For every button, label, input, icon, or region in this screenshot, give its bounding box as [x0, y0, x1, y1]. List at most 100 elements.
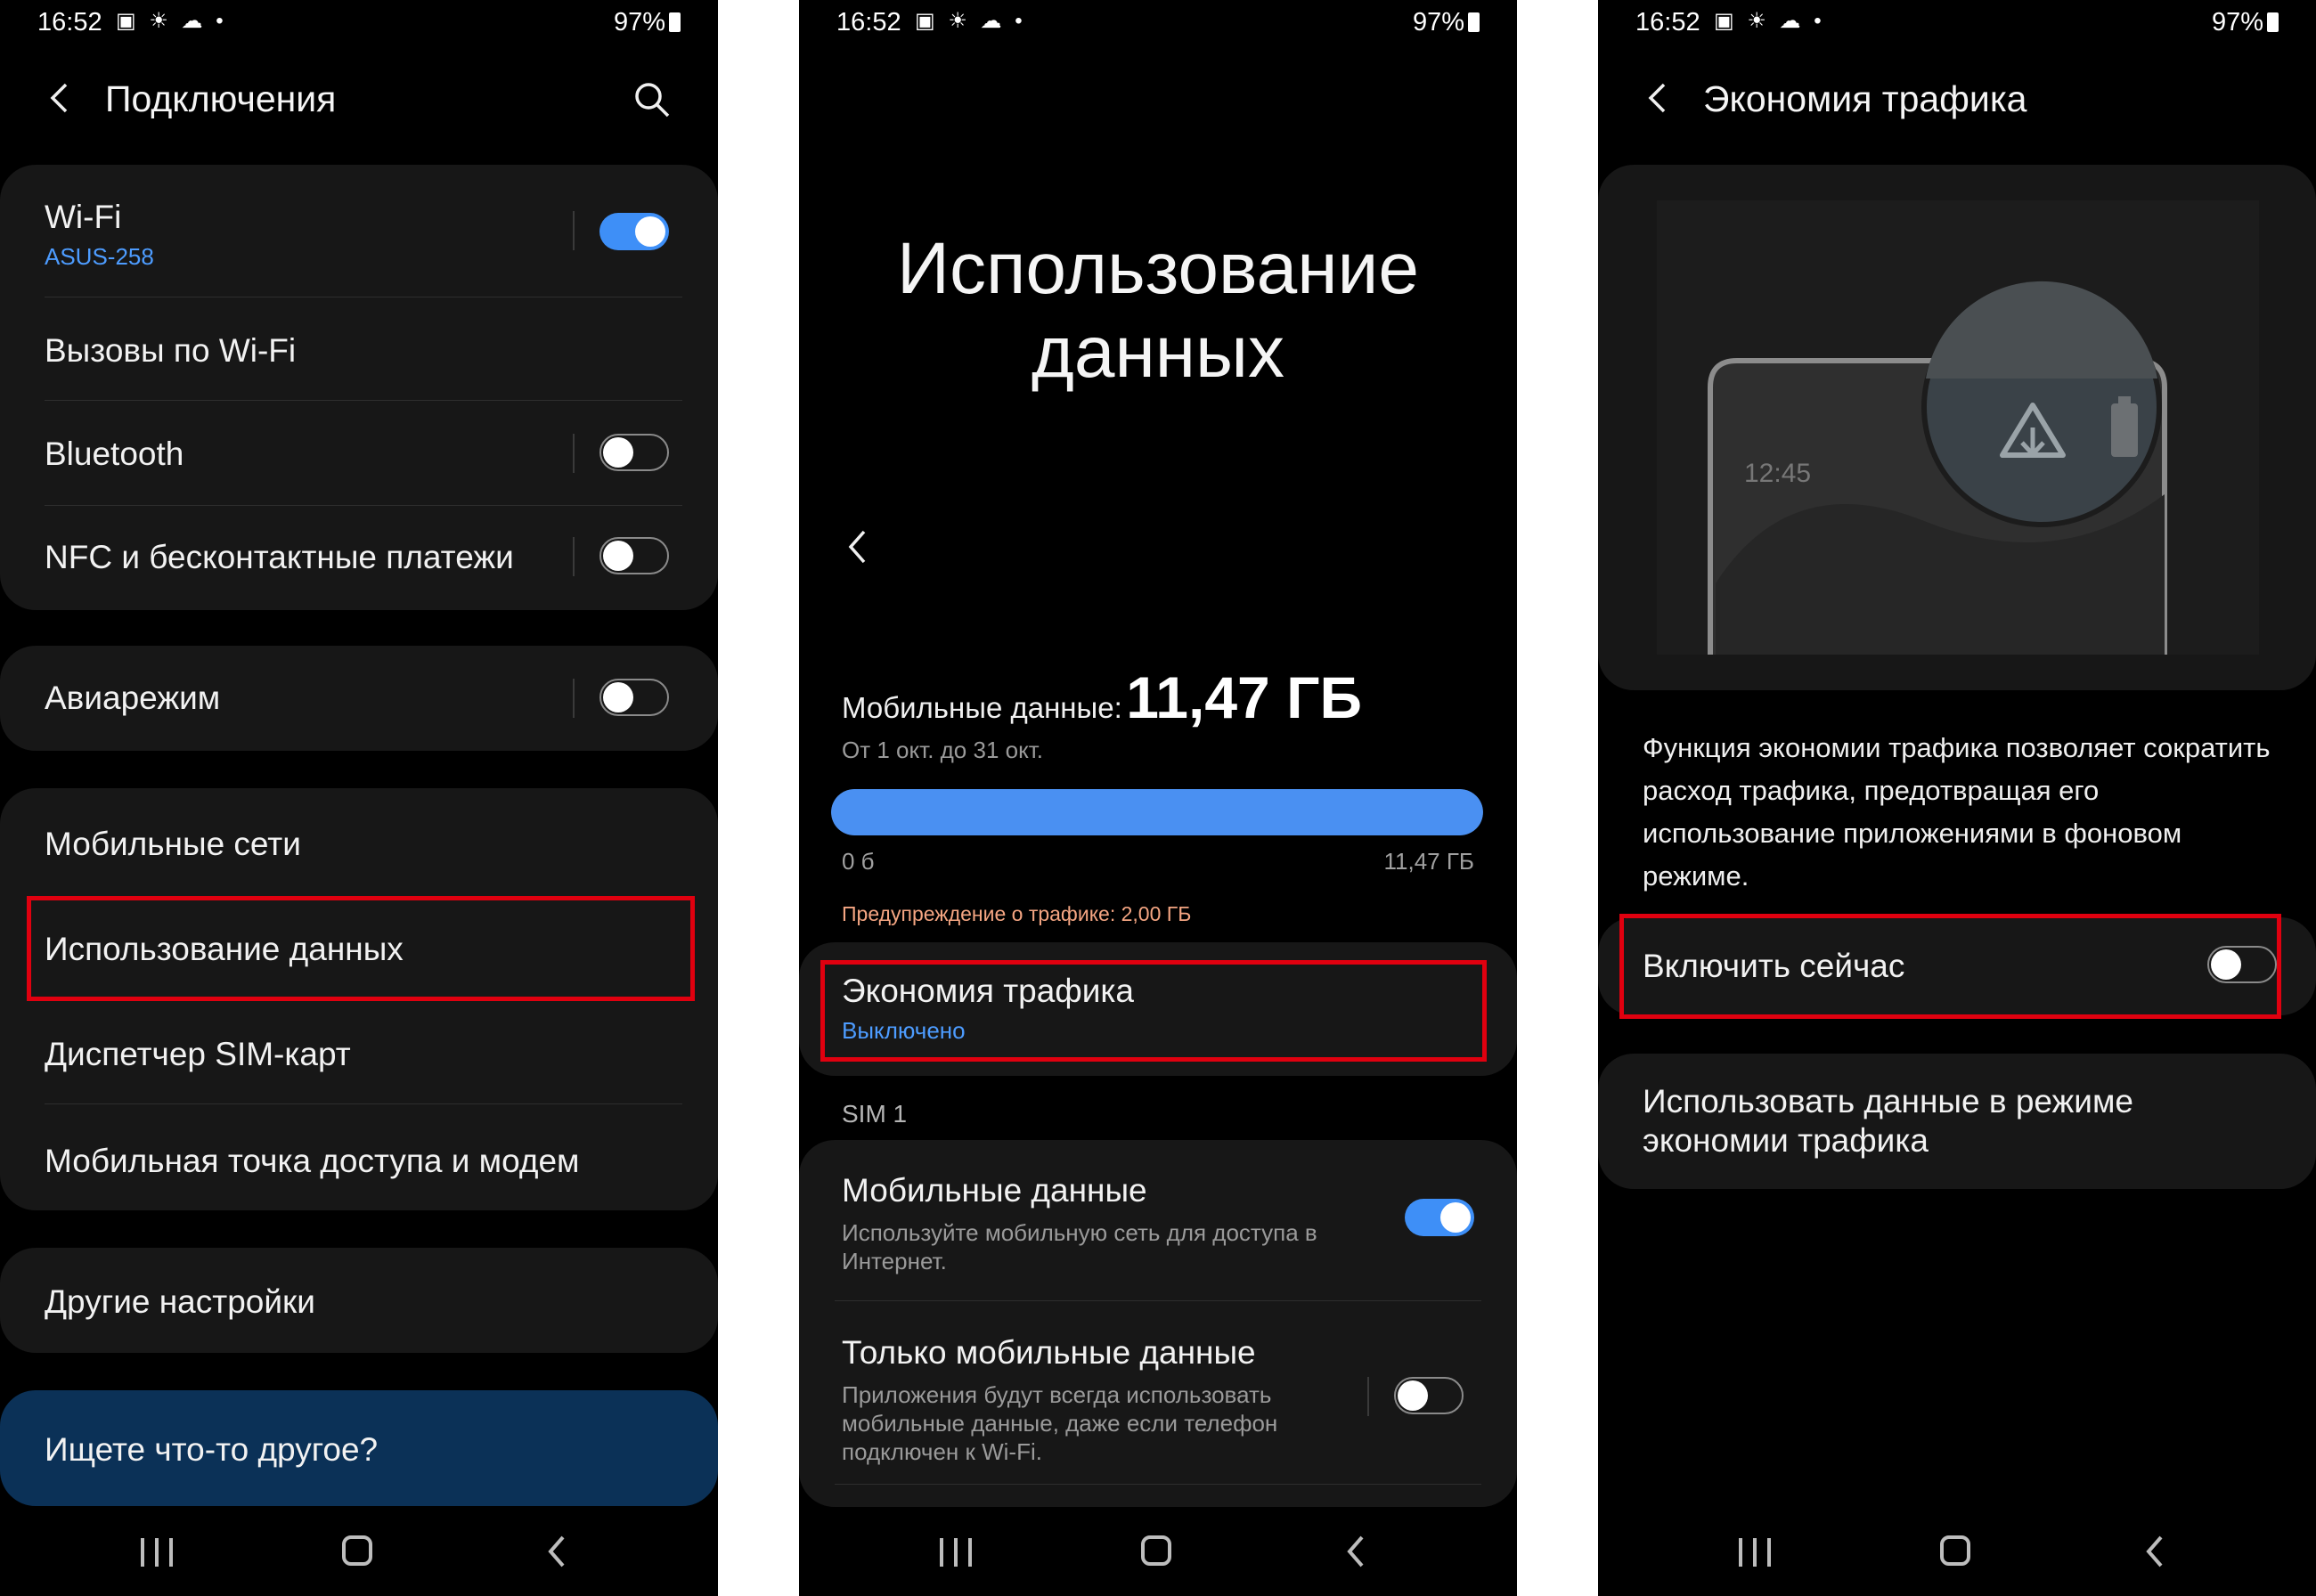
mobile-data-toggle[interactable]: [1405, 1199, 1474, 1236]
data-saver-illustration: [1708, 281, 2167, 655]
recent-apps-icon[interactable]: [141, 1538, 176, 1567]
warning-label: Предупреждение о трафике: 2,00 ГБ: [842, 902, 1192, 925]
header: Экономия трафика: [1598, 62, 2316, 134]
highlight-box: [27, 896, 695, 1001]
usage-bar: [831, 789, 1483, 835]
phone-screen-data-usage: 16:52 ▣ ☀ ☁ • 97% Использование данных М…: [799, 0, 1517, 1596]
nfc-toggle[interactable]: [599, 537, 669, 574]
hotspot-row[interactable]: Мобильная точка доступа и модем: [45, 1105, 682, 1210]
use-data-card: Использовать данные в режиме экономии тр…: [1598, 1054, 2316, 1189]
nav-back-icon[interactable]: [543, 1534, 570, 1569]
notification-icons: ▣ ☀ ☁ •: [915, 9, 1026, 33]
home-icon[interactable]: [1141, 1535, 1171, 1566]
header: Подключения: [0, 62, 718, 134]
wifi-network: ASUS-258: [45, 243, 154, 270]
separator: [573, 537, 575, 576]
period-label: От 1 окт. до 31 окт.: [842, 737, 1044, 763]
status-right: 97%: [614, 8, 681, 37]
description: Функция экономии трафика позволяет сокра…: [1643, 732, 2271, 892]
mobile-networks-row[interactable]: Мобильные сети: [45, 788, 682, 893]
back-arrow-icon[interactable]: [1644, 82, 1671, 114]
only-mobile-label: Только мобильные данные: [842, 1334, 1256, 1371]
separator: [573, 434, 575, 473]
divider: [45, 400, 682, 401]
airplane-row[interactable]: Авиарежим: [45, 646, 682, 751]
back-arrow-icon[interactable]: [845, 529, 870, 565]
battery-icon: [2267, 12, 2279, 32]
recent-apps-icon[interactable]: [1739, 1538, 1774, 1567]
wifi-label: Wi-Fi: [45, 199, 122, 235]
divider: [835, 1484, 1481, 1485]
status-bar: 16:52 ▣ ☀ ☁ • 97%: [0, 0, 718, 45]
only-mobile-row[interactable]: Только мобильные данные Приложения будут…: [842, 1302, 1481, 1480]
home-icon[interactable]: [1940, 1535, 1970, 1566]
status-bar: 16:52 ▣ ☀ ☁ • 97%: [1598, 0, 2316, 45]
nfc-row[interactable]: NFC и бесконтактные платежи: [45, 507, 682, 610]
nav-bar: [0, 1507, 718, 1596]
battery-icon: [669, 12, 681, 32]
illustration-card: 12:45: [1598, 165, 2316, 690]
bluetooth-row[interactable]: Bluetooth: [45, 402, 682, 505]
use-data-label: Использовать данные в режиме экономии тр…: [1643, 1083, 2133, 1159]
back-arrow-icon[interactable]: [46, 82, 73, 114]
mobile-data-amount: 11,47 ГБ: [1126, 664, 1362, 730]
big-title-line-1: Использование: [897, 228, 1419, 309]
highlight-box: [1619, 914, 2281, 1019]
use-data-row[interactable]: Использовать данные в режиме экономии тр…: [1643, 1054, 2280, 1189]
battery-percent: 97%: [1412, 8, 1464, 37]
bar-max-label: 11,47 ГБ: [1383, 848, 1475, 875]
mobile-data-caption: Мобильные данные:: [842, 691, 1122, 724]
mobile-data-row[interactable]: Мобильные данные Используйте мобильную с…: [842, 1140, 1481, 1300]
looking-for-label: Ищете что-то другое?: [45, 1431, 379, 1468]
airplane-toggle[interactable]: [599, 679, 669, 716]
divider: [45, 1103, 682, 1104]
sim-card: Мобильные данные Используйте мобильную с…: [799, 1140, 1517, 1507]
battery-icon: [1468, 12, 1480, 32]
sim-manager-row[interactable]: Диспетчер SIM-карт: [45, 998, 682, 1103]
divider: [835, 1300, 1481, 1301]
phone-screen-data-saver: 16:52 ▣ ☀ ☁ • 97% Экономия трафика 12:45…: [1598, 0, 2316, 1596]
sim-manager-label: Диспетчер SIM-карт: [45, 1036, 351, 1072]
nav-bar: [1598, 1507, 2316, 1596]
page-title: Экономия трафика: [1703, 78, 2027, 119]
illustration: 12:45: [1657, 200, 2259, 655]
battery-percent: 97%: [613, 8, 665, 37]
mobile-data-desc: Используйте мобильную сеть для доступа в…: [842, 1219, 1317, 1274]
mobile-data-summary: Мобильные данные: 11,47 ГБ: [842, 664, 1362, 731]
wifi-toggle[interactable]: [599, 213, 669, 250]
wifi-row[interactable]: Wi-Fi ASUS-258: [45, 191, 682, 281]
airplane-card: Авиарежим: [0, 646, 718, 751]
battery-percent: 97%: [2211, 8, 2263, 37]
search-icon[interactable]: [632, 80, 672, 119]
status-time: 16:52: [37, 8, 102, 37]
looking-for-card[interactable]: Ищете что-то другое?: [0, 1390, 718, 1506]
big-title: Использование данных: [799, 227, 1517, 395]
only-mobile-desc: Приложения будут всегда использовать моб…: [842, 1381, 1278, 1465]
recent-apps-icon[interactable]: [940, 1538, 975, 1567]
mobile-data-label: Мобильные данные: [842, 1172, 1147, 1209]
wifi-calls-label: Вызовы по Wi-Fi: [45, 332, 297, 369]
status-right: 97%: [2212, 8, 2279, 37]
separator: [573, 679, 575, 718]
status-time: 16:52: [1635, 8, 1700, 37]
other-settings-row[interactable]: Другие настройки: [45, 1248, 682, 1353]
nav-back-icon[interactable]: [1342, 1534, 1369, 1569]
only-mobile-toggle[interactable]: [1394, 1377, 1464, 1414]
usage-bar-fill: [831, 789, 1483, 835]
nav-back-icon[interactable]: [2141, 1534, 2168, 1569]
hotspot-label: Мобильная точка доступа и модем: [45, 1143, 580, 1179]
bluetooth-toggle[interactable]: [599, 434, 669, 471]
separator: [573, 211, 575, 250]
mobile-networks-label: Мобильные сети: [45, 826, 301, 862]
separator: [1367, 1377, 1369, 1416]
home-icon[interactable]: [342, 1535, 372, 1566]
bar-min-label: 0 б: [842, 848, 875, 875]
status-bar: 16:52 ▣ ☀ ☁ • 97%: [799, 0, 1517, 45]
notification-icons: ▣ ☀ ☁ •: [116, 9, 227, 33]
wifi-calls-row[interactable]: Вызовы по Wi-Fi: [45, 298, 682, 402]
phone-screen-connections: 16:52 ▣ ☀ ☁ • 97% Подключения Wi-Fi ASUS…: [0, 0, 718, 1596]
bluetooth-label: Bluetooth: [45, 436, 184, 472]
notification-icons: ▣ ☀ ☁ •: [1714, 9, 1825, 33]
illustration-time: 12:45: [1744, 459, 1812, 488]
status-right: 97%: [1413, 8, 1480, 37]
